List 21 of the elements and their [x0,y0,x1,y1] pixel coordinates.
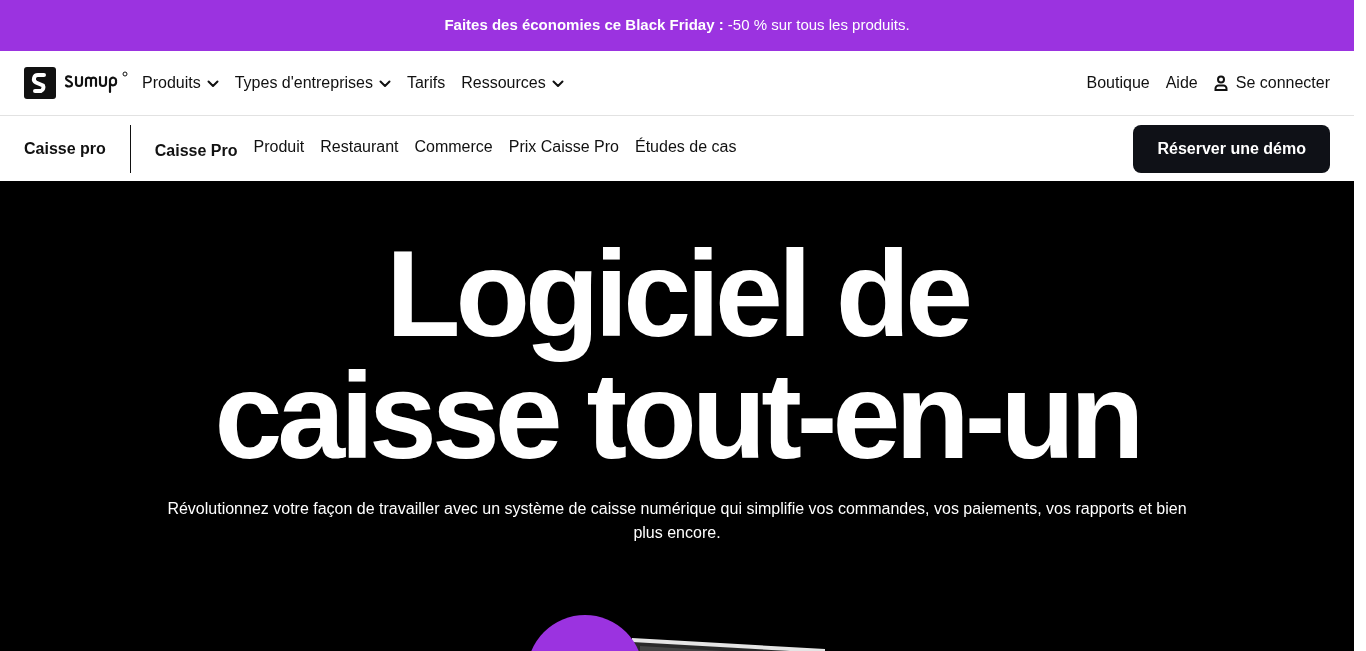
book-demo-button[interactable]: Réserver une démo [1133,124,1330,173]
hero-title: Logiciel de caisse tout-en-un [214,233,1140,477]
subnav-link[interactable]: Produit [253,134,305,159]
subnav-link[interactable]: Restaurant [320,134,399,159]
section-title: Caisse pro [24,138,107,159]
nav-menu-item[interactable]: Ressources [461,71,564,95]
hero-subtitle: Révolutionnez votre façon de travailler avec un système de caisse numérique qui simplifie vos commandes, vos paiements, vos rapports et bien plus encore. [166,499,1188,543]
user-icon [1213,75,1228,91]
logo-wordmark-icon [64,70,130,96]
subnav-link[interactable]: Prix Caisse Pro [508,134,619,159]
nav-link[interactable]: Boutique [1086,71,1150,95]
subnav-link[interactable]: Études de cas [635,134,737,159]
nav-menu-item[interactable]: Produits [142,71,219,95]
promo-text[interactable]: Faites des économies ce Black Friday : -50 % sur tous les produits. [444,14,910,37]
nav-link[interactable]: Aide [1165,71,1198,95]
subnav-link[interactable]: Caisse Pro [154,138,238,163]
nav-menu-item[interactable]: Types d'entreprises [234,71,391,95]
login-link[interactable]: Se connecter [1213,71,1330,95]
subnav-link[interactable]: Commerce [414,134,493,159]
nav-menu-item[interactable]: Tarifs [406,71,446,95]
logo-icon[interactable] [24,67,56,99]
